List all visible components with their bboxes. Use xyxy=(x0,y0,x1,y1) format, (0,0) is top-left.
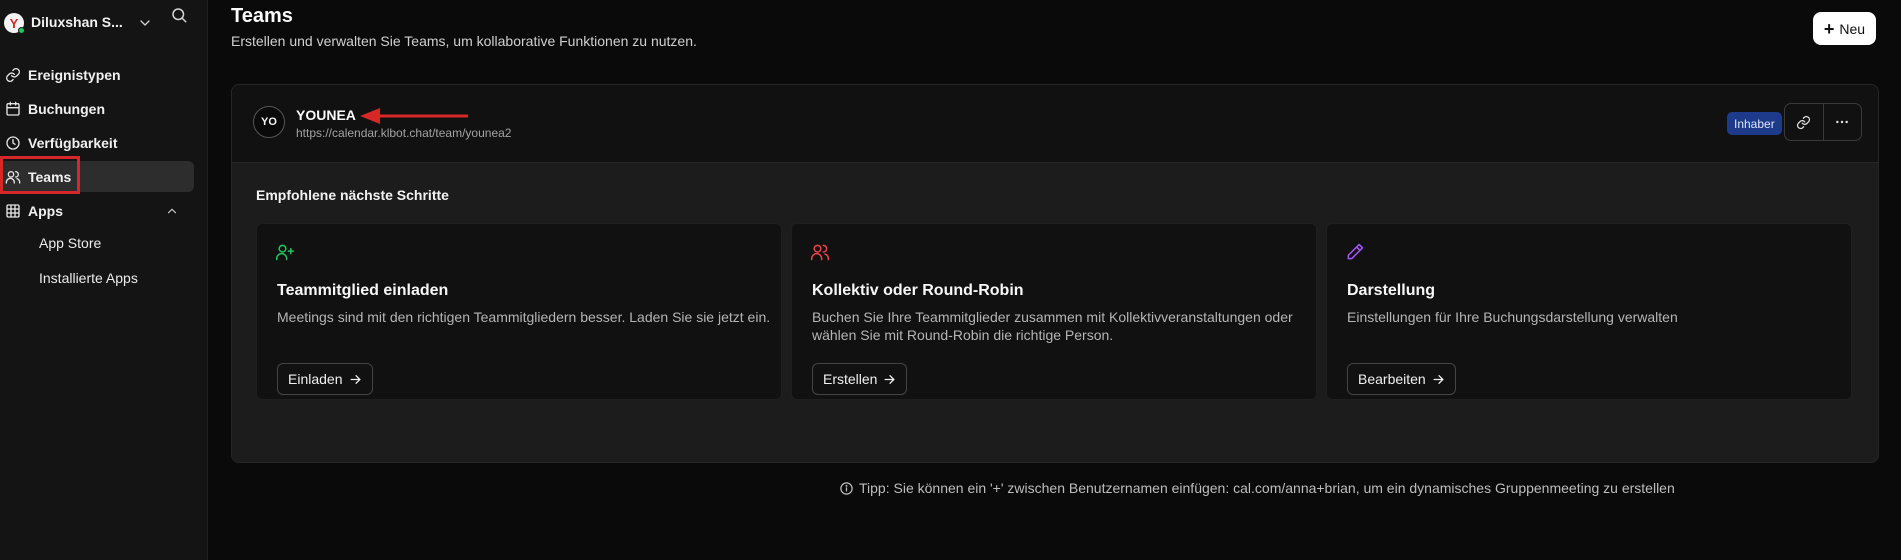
clock-icon xyxy=(6,135,20,150)
sidebar-item-bookings[interactable]: Buchungen xyxy=(0,93,194,124)
steps-heading: Empfohlene nächste Schritte xyxy=(256,187,449,203)
arrow-annotation-icon xyxy=(360,108,468,124)
calendar-icon xyxy=(6,101,20,116)
online-status-dot xyxy=(18,27,25,34)
sidebar-item-availability[interactable]: Verfügbarkeit xyxy=(0,127,194,158)
page-subtitle: Erstellen und verwalten Sie Teams, um ko… xyxy=(231,33,697,49)
step-description: Meetings sind mit den richtigen Teammitg… xyxy=(277,309,771,325)
sidebar-item-teams[interactable]: Teams xyxy=(0,161,194,192)
invite-button[interactable]: Einladen xyxy=(277,363,373,395)
sidebar-item-label: Verfügbarkeit xyxy=(28,134,118,151)
sidebar: Y Diluxshan S... Ereignistypen Buchungen… xyxy=(0,0,208,560)
sidebar-item-label: Ereignistypen xyxy=(28,66,121,83)
main-content: Teams Erstellen und verwalten Sie Teams,… xyxy=(231,0,1901,560)
team-avatar: YO xyxy=(253,106,285,138)
grid-icon xyxy=(6,203,20,218)
sidebar-item-label: Teams xyxy=(28,168,72,185)
arrow-right-icon xyxy=(1433,374,1444,384)
team-actions xyxy=(1784,103,1862,141)
arrow-right-icon xyxy=(350,374,360,384)
link-icon xyxy=(1797,115,1811,129)
plus-icon: + xyxy=(1823,18,1835,39)
step-card-invite: Teammitglied einladen Meetings sind mit … xyxy=(256,223,782,400)
step-description: Einstellungen für Ihre Buchungsdarstellu… xyxy=(1347,309,1678,325)
step-card-appearance: Darstellung Einstellungen für Ihre Buchu… xyxy=(1326,223,1852,400)
sidebar-subitem-installed-apps[interactable]: Installierte Apps xyxy=(39,270,138,286)
step-title: Teammitglied einladen xyxy=(277,282,449,299)
pencil-icon xyxy=(1347,243,1364,260)
users-icon xyxy=(5,170,21,184)
more-options-button[interactable] xyxy=(1822,104,1862,140)
step-card-collective: Kollektiv oder Round-Robin Buchen Sie Ih… xyxy=(791,223,1317,400)
team-header: YO YOUNEA https://calendar.klbot.chat/te… xyxy=(232,85,1878,163)
edit-button[interactable]: Bearbeiten xyxy=(1347,363,1456,395)
copy-link-button[interactable] xyxy=(1785,104,1823,140)
info-icon xyxy=(840,481,853,495)
step-title: Darstellung xyxy=(1347,282,1436,299)
sidebar-subitem-app-store[interactable]: App Store xyxy=(39,235,101,251)
team-card: YO YOUNEA https://calendar.klbot.chat/te… xyxy=(231,84,1879,463)
role-badge: Inhaber xyxy=(1727,112,1782,135)
page-title: Teams xyxy=(231,5,293,27)
chevron-up-icon[interactable] xyxy=(165,204,179,218)
team-url: https://calendar.klbot.chat/team/younea2 xyxy=(296,126,512,140)
link-icon xyxy=(6,67,20,82)
users-icon xyxy=(810,244,830,261)
user-name: Diluxshan S... xyxy=(31,14,123,30)
new-team-button[interactable]: + Neu xyxy=(1813,12,1876,45)
create-button[interactable]: Erstellen xyxy=(812,363,908,395)
org-logo: Y xyxy=(4,13,25,34)
user-plus-icon xyxy=(275,244,295,261)
sidebar-item-apps[interactable]: Apps xyxy=(0,195,194,226)
more-horizontal-icon xyxy=(1836,120,1849,124)
tip-text: Tipp: Sie können ein '+' zwischen Benutz… xyxy=(839,480,1675,496)
step-description: Buchen Sie Ihre Teammitglieder zusammen … xyxy=(812,309,1293,343)
sidebar-item-label: Buchungen xyxy=(28,100,105,117)
step-title: Kollektiv oder Round-Robin xyxy=(812,282,1024,299)
sidebar-item-label: Apps xyxy=(28,202,63,219)
team-name[interactable]: YOUNEA xyxy=(296,107,356,123)
arrow-right-icon xyxy=(884,374,895,384)
chevron-down-icon[interactable] xyxy=(137,15,153,31)
sidebar-item-event-types[interactable]: Ereignistypen xyxy=(0,59,194,90)
search-icon[interactable] xyxy=(170,6,188,24)
